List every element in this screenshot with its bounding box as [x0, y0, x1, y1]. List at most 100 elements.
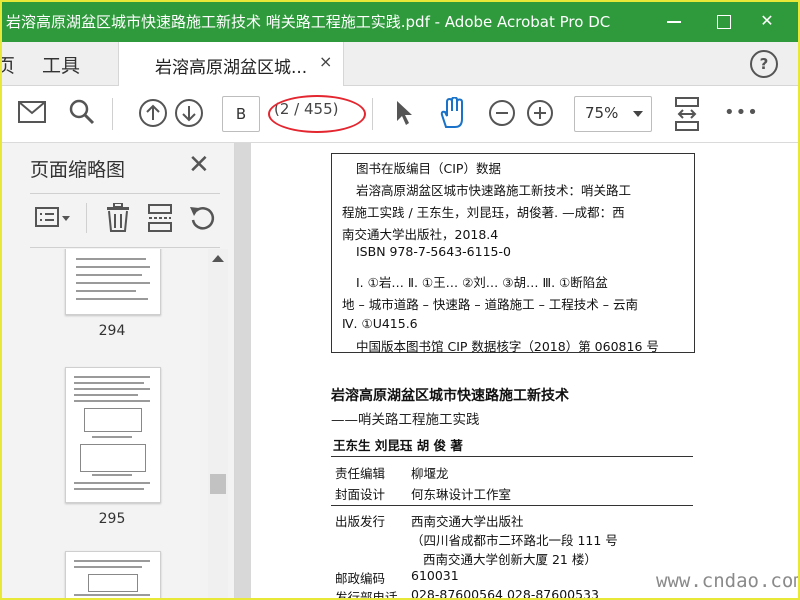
book-title: 岩溶高原湖盆区城市快速路施工新技术: [331, 388, 569, 404]
thumbnail-page-label: 295: [98, 511, 126, 527]
thumbnail-caption-line: [92, 474, 132, 476]
watermark: www.cndao.com: [656, 570, 800, 592]
select-tool-icon[interactable]: [395, 99, 415, 131]
page-number-input[interactable]: B: [222, 96, 260, 132]
cip-line: Ⅳ. ①U415.6: [342, 316, 418, 331]
thumbnail-text-line: [76, 274, 142, 276]
info-value: 何东琳设计工作室: [411, 487, 512, 502]
panel-divider: [30, 247, 220, 248]
rule-line: [331, 456, 693, 457]
thumbnail-caption-line: [92, 436, 132, 438]
thumbnail-text-line: [76, 290, 136, 292]
info-value: （四川省成都市二环路北一段 111 号: [411, 533, 618, 548]
page-thumbnail[interactable]: [65, 551, 161, 598]
maximize-icon: [717, 14, 731, 29]
toolbar-divider: [112, 98, 113, 130]
cip-line: 南交通大学出版社，2018.4: [342, 227, 499, 242]
title-bar: 岩溶高原湖盆区城市快速路施工新技术 哨关路工程施工实践.pdf - Adobe …: [2, 2, 798, 42]
thumbnail-text-line: [76, 298, 148, 300]
cip-line: 程施工实践 / 王东生，刘昆珏，胡俊著. —成都：西: [342, 205, 625, 220]
thumbnail-list: 294 295: [2, 249, 208, 598]
info-label: 邮政编码: [335, 571, 386, 586]
rule-line: [331, 505, 693, 506]
cip-line: ISBN 978-7-5643-6115-0: [356, 244, 511, 259]
tab-document-label: 岩溶高原湖盆区城...: [155, 58, 308, 78]
panel-divider: [30, 193, 220, 194]
thumbnail-text-line: [74, 566, 142, 568]
info-label: 发行部电话: [335, 590, 398, 598]
thumbnail-text-line: [74, 482, 150, 484]
thumbnail-figure: [80, 444, 146, 472]
book-authors: 王东生 刘昆珏 胡 俊 著: [333, 438, 463, 453]
info-label: 责任编辑: [335, 466, 386, 481]
zoom-select[interactable]: 75%: [574, 96, 652, 132]
info-value: 西南交通大学创新大厦 21 楼）: [423, 552, 597, 567]
thumbnail-text-line: [74, 560, 150, 562]
thumbnail-text-line: [74, 394, 138, 396]
book-subtitle: ——哨关路工程施工实践: [331, 412, 480, 428]
toolbar: B (2 / 455) 75% •••: [2, 86, 798, 143]
info-value: 西南交通大学出版社: [411, 514, 524, 529]
hand-tool-icon[interactable]: [438, 96, 466, 133]
cip-line: 中国版本图书馆 CIP 数据核字（2018）第 060816 号: [356, 339, 659, 354]
cip-line: 地 – 城市道路 – 快速路 – 道路施工 – 工程技术 – 云南: [342, 297, 638, 312]
tab-document[interactable]: 岩溶高原湖盆区城... ×: [118, 42, 344, 86]
thumbnail-page-label: 294: [98, 323, 126, 339]
cip-line: 岩溶高原湖盆区城市快速路施工新技术：哨关路工: [356, 183, 632, 198]
thumbnail-scrollbar[interactable]: [208, 249, 228, 598]
cip-line: Ⅰ. ①岩… Ⅱ. ①王… ②刘… ③胡… Ⅲ. ①断陷盆: [356, 275, 608, 290]
thumbnail-text-line: [74, 594, 150, 596]
window-title: 岩溶高原湖盆区城市快速路施工新技术 哨关路工程施工实践.pdf - Adobe …: [6, 13, 611, 31]
tab-home[interactable]: 页: [2, 51, 15, 78]
app-window: 岩溶高原湖盆区城市快速路施工新技术 哨关路工程施工实践.pdf - Adobe …: [0, 0, 800, 600]
page-thumbnail[interactable]: [65, 249, 161, 315]
thumbnail-text-line: [76, 266, 150, 268]
thumbnail-text-line: [76, 258, 146, 260]
info-value: 柳堰龙: [411, 466, 449, 481]
next-page-button[interactable]: [174, 98, 204, 132]
toolbar-divider: [372, 98, 373, 130]
thumbnail-text-line: [74, 400, 150, 402]
scroll-up-icon[interactable]: [212, 255, 224, 262]
more-tools-icon[interactable]: •••: [724, 102, 759, 123]
zoom-in-button[interactable]: [526, 99, 554, 131]
info-label: 出版发行: [335, 514, 386, 529]
info-value: 610031: [411, 568, 459, 583]
highlight-annotation: [268, 95, 366, 133]
page-thumbnail[interactable]: [65, 367, 161, 503]
zoom-out-button[interactable]: [488, 99, 516, 131]
info-label: 封面设计: [335, 487, 386, 502]
maximize-button[interactable]: [707, 8, 741, 34]
close-window-button[interactable]: ✕: [750, 8, 784, 34]
close-icon: ✕: [760, 11, 774, 30]
panel-toolbar-divider: [86, 203, 87, 233]
extract-pages-icon[interactable]: [147, 203, 173, 237]
scrollbar-thumb[interactable]: [210, 474, 226, 494]
rotate-icon[interactable]: [188, 203, 216, 237]
thumbnail-figure: [84, 408, 142, 432]
help-icon[interactable]: ?: [750, 50, 778, 78]
thumbnail-text-line: [74, 388, 150, 390]
search-icon[interactable]: [69, 99, 95, 129]
previous-page-button[interactable]: [138, 98, 168, 132]
thumbnails-panel: 页面缩略图 ✕ 294 295: [2, 143, 235, 598]
thumbnail-text-line: [76, 282, 150, 284]
panel-close-icon[interactable]: ✕: [188, 151, 210, 179]
cip-title: 图书在版编目（CIP）数据: [356, 161, 501, 176]
fit-page-icon[interactable]: [674, 96, 700, 136]
trash-icon[interactable]: [106, 202, 130, 237]
pdf-page: 图书在版编目（CIP）数据 岩溶高原湖盆区城市快速路施工新技术：哨关路工 程施工…: [251, 143, 798, 598]
tab-bar: 页 工具 岩溶高原湖盆区城... × ?: [2, 42, 798, 86]
thumbnail-text-line: [74, 488, 144, 490]
zoom-value: 75%: [585, 104, 619, 122]
minimize-icon: [667, 20, 681, 23]
thumbnail-figure: [88, 574, 138, 592]
tab-close-icon[interactable]: ×: [319, 52, 332, 71]
minimize-button[interactable]: [657, 8, 691, 34]
thumbnail-text-line: [74, 382, 144, 384]
email-icon[interactable]: [18, 101, 46, 127]
thumbnail-text-line: [74, 376, 150, 378]
tab-tools[interactable]: 工具: [42, 51, 80, 78]
thumbnail-options-button[interactable]: [34, 205, 72, 235]
document-viewport: 图书在版编目（CIP）数据 岩溶高原湖盆区城市快速路施工新技术：哨关路工 程施工…: [235, 143, 798, 598]
